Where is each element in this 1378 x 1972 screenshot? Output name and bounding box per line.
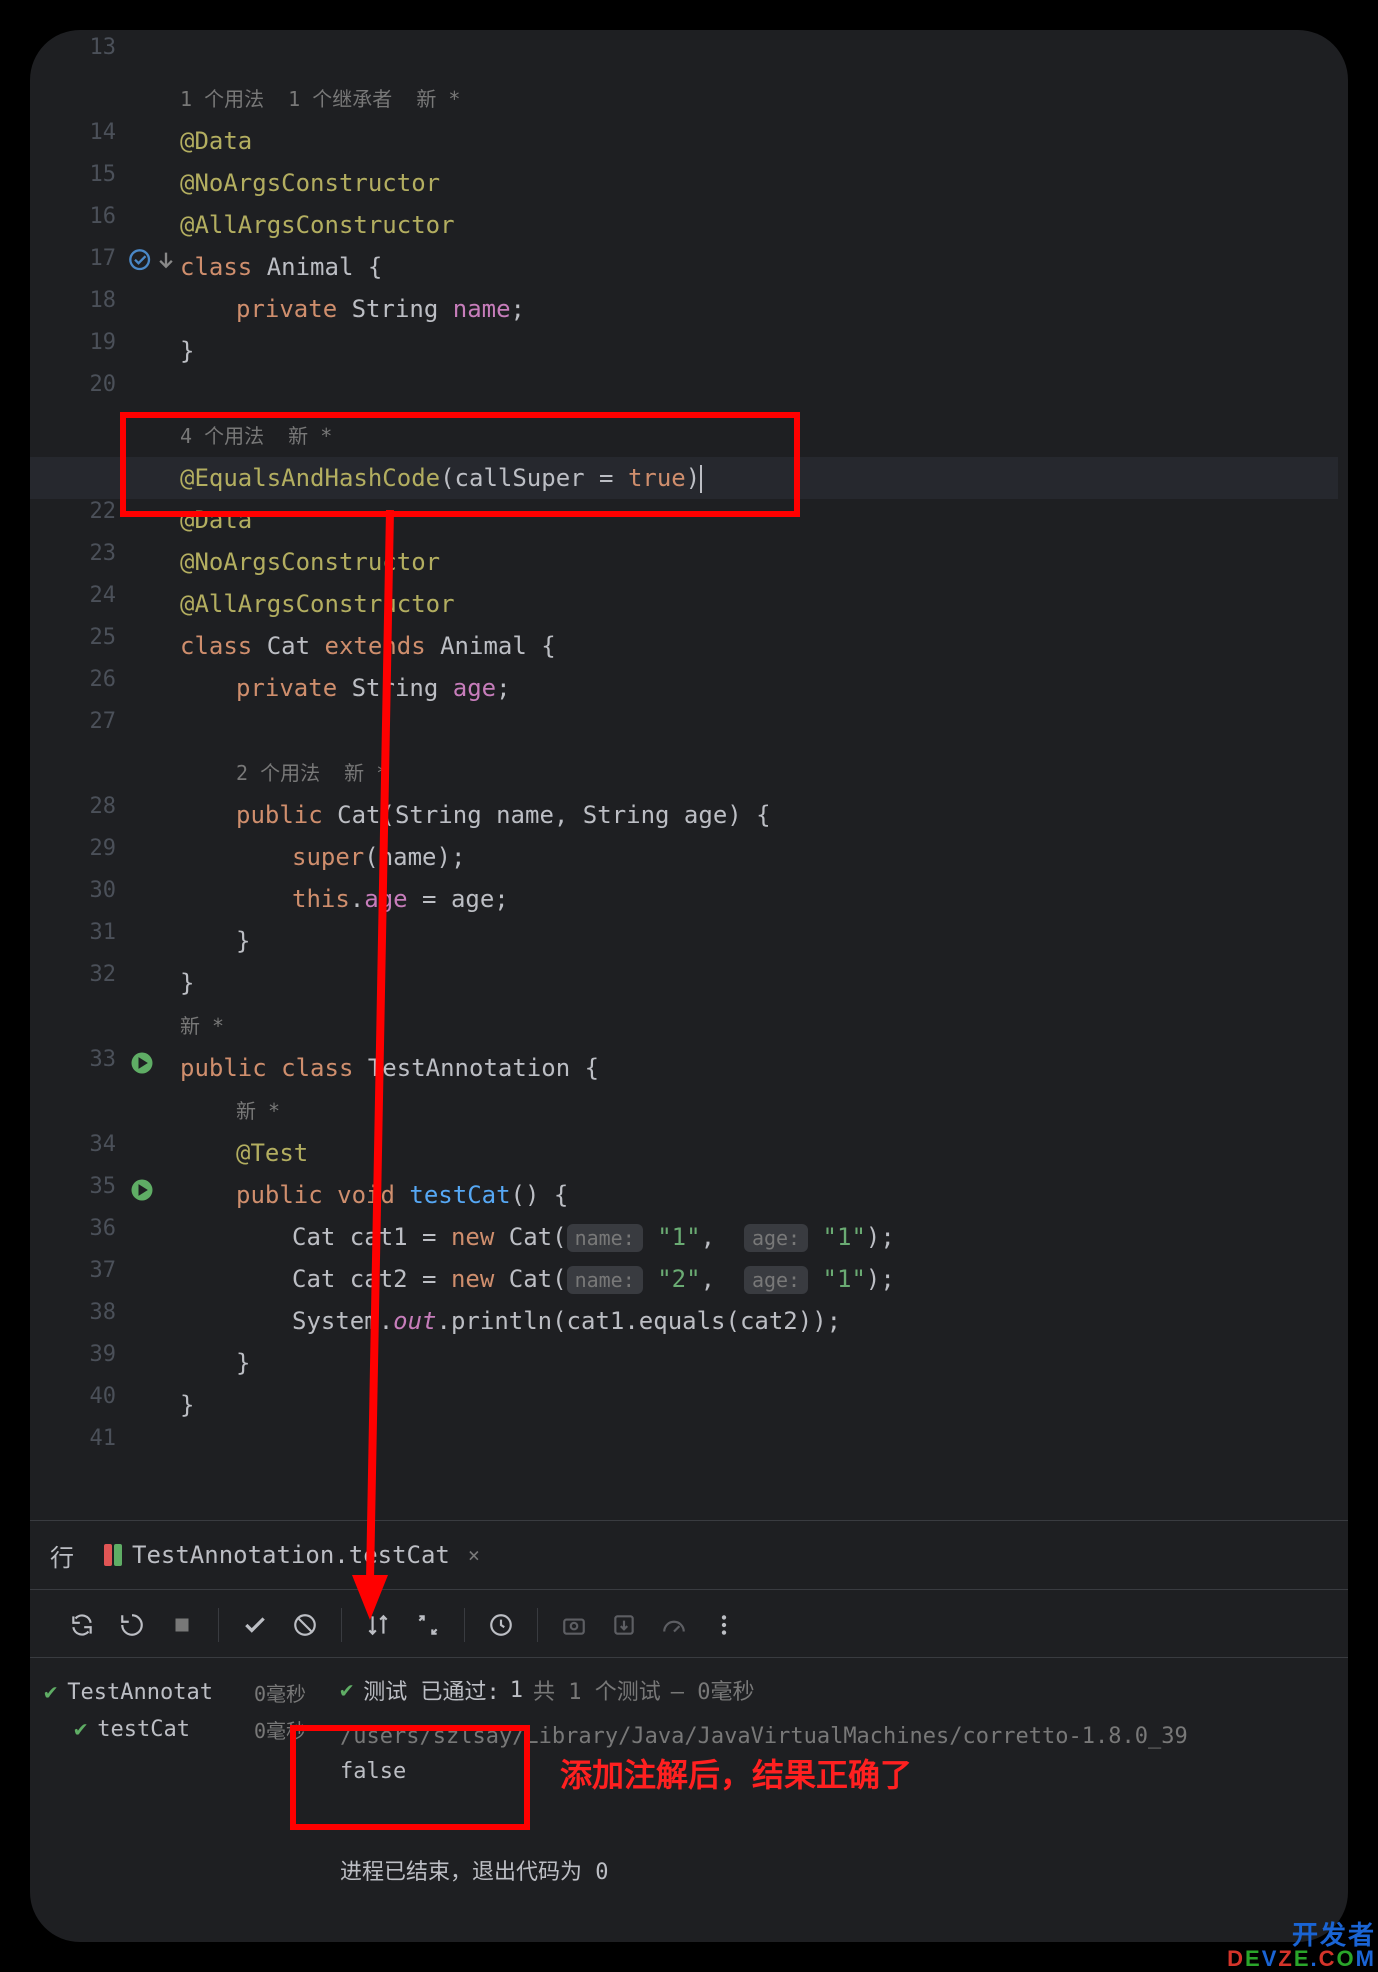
line-number: 19: [90, 330, 117, 355]
highlight-box-output: [290, 1725, 530, 1830]
line-number: 18: [90, 288, 117, 313]
line-number: 24: [90, 583, 117, 608]
check-icon: ✔: [74, 1717, 87, 1742]
line-number: 38: [90, 1300, 117, 1325]
code-line: }: [180, 1342, 1338, 1384]
line-number: 30: [90, 878, 117, 903]
line-number: 33: [90, 1047, 117, 1072]
override-down-icon[interactable]: [152, 248, 180, 276]
show-ignored-button[interactable]: [283, 1603, 327, 1647]
expand-button[interactable]: [406, 1603, 450, 1647]
code-line: public Cat(String name, String age) {: [180, 794, 1338, 836]
line-number: 16: [90, 204, 117, 229]
code-line: Cat cat1 = new Cat(name: "1", age: "1");: [180, 1216, 1338, 1258]
code-line: Cat cat2 = new Cat(name: "2", age: "1");: [180, 1258, 1338, 1300]
test-child-item[interactable]: ✔ testCat 0毫秒: [30, 1711, 330, 1748]
line-number: 27: [90, 709, 117, 734]
check-icon: ✔: [340, 1678, 353, 1703]
line-number: 20: [90, 372, 117, 397]
line-number: 39: [90, 1342, 117, 1367]
line-number: 40: [90, 1384, 117, 1409]
run-tab[interactable]: TestAnnotation.testCat ×: [104, 1541, 480, 1569]
run-test-icon[interactable]: [128, 1049, 156, 1077]
highlight-box: [120, 412, 800, 517]
exit-message: 进程已结束，退出代码为 0: [340, 1854, 1338, 1886]
code-line: private String name;: [180, 288, 1338, 330]
line-number: 32: [90, 962, 117, 987]
profiler-button[interactable]: [652, 1603, 696, 1647]
watermark: 开发者 DEVZE.COM: [1227, 1922, 1376, 1970]
run-tool-tabbar: 行 TestAnnotation.testCat ×: [30, 1520, 1348, 1590]
inlay-hint: 2 个用法 新 *: [180, 752, 1338, 794]
code-line: }: [180, 920, 1338, 962]
code-line: class Animal {: [180, 246, 1338, 288]
code-line: private String age;: [180, 667, 1338, 709]
gutter: 13 14 15 16 17 18 19 20 21 22 23 24 25 2…: [30, 30, 130, 1510]
line-number: 26: [90, 667, 117, 692]
line-number: 22: [90, 499, 117, 524]
tab-title: TestAnnotation.testCat: [132, 1541, 450, 1569]
line-number: 28: [90, 794, 117, 819]
line-number: 35: [90, 1174, 117, 1199]
code-line: class Cat extends Animal {: [180, 625, 1338, 667]
line-number: 13: [90, 35, 117, 60]
inlay-hint: 新 *: [180, 1005, 1338, 1047]
test-root-item[interactable]: ✔ TestAnnotat 0毫秒: [30, 1674, 330, 1711]
line-number: 37: [90, 1258, 117, 1283]
code-line: @NoArgsConstructor: [180, 541, 1338, 583]
code-line: @Data: [180, 120, 1338, 162]
sort-button[interactable]: [356, 1603, 400, 1647]
inlay-hint: 1 个用法 1 个继承者 新 *: [180, 78, 1338, 120]
import-button[interactable]: [602, 1603, 646, 1647]
stop-button[interactable]: [160, 1603, 204, 1647]
code-line: @NoArgsConstructor: [180, 162, 1338, 204]
line-number: 15: [90, 162, 117, 187]
code-line: this.age = age;: [180, 878, 1338, 920]
code-line: System.out.println(cat1.equals(cat2));: [180, 1300, 1338, 1342]
diff-icon: [104, 1544, 122, 1566]
code-line: super(name);: [180, 836, 1338, 878]
test-tree[interactable]: ✔ TestAnnotat 0毫秒 ✔ testCat 0毫秒: [30, 1660, 330, 1942]
rerun-button[interactable]: [60, 1603, 104, 1647]
code-line: }: [180, 330, 1338, 372]
test-results: ✔ TestAnnotat 0毫秒 ✔ testCat 0毫秒 ✔ 测试 已通过…: [30, 1660, 1348, 1942]
line-number: 41: [90, 1426, 117, 1451]
close-icon[interactable]: ×: [468, 1543, 480, 1567]
line-number: 23: [90, 541, 117, 566]
code-line: public void testCat() {: [180, 1174, 1338, 1216]
run-label: 行: [50, 1538, 74, 1573]
show-passed-button[interactable]: [233, 1603, 277, 1647]
screenshot-button[interactable]: [552, 1603, 596, 1647]
test-toolbar: [30, 1592, 1348, 1658]
code-line: public class TestAnnotation {: [180, 1047, 1338, 1089]
test-status: ✔ 测试 已通过: 1共 1 个测试 – 0毫秒: [340, 1674, 1338, 1706]
line-number: 29: [90, 836, 117, 861]
more-button[interactable]: [702, 1603, 746, 1647]
code-line: }: [180, 962, 1338, 1004]
line-number: 17: [90, 246, 117, 271]
check-icon: ✔: [44, 1680, 57, 1705]
history-button[interactable]: [479, 1603, 523, 1647]
run-test-icon[interactable]: [128, 1176, 156, 1204]
line-number: 36: [90, 1216, 117, 1241]
annotation-text: 添加注解后，结果正确了: [560, 1750, 912, 1796]
line-number: 31: [90, 920, 117, 945]
rerun-failed-button[interactable]: [110, 1603, 154, 1647]
inlay-hint: 新 *: [180, 1090, 1338, 1132]
line-number: 25: [90, 625, 117, 650]
code-editor[interactable]: 13 14 15 16 17 18 19 20 21 22 23 24 25 2…: [30, 30, 1348, 1510]
code-line: @AllArgsConstructor: [180, 204, 1338, 246]
line-number: 34: [90, 1132, 117, 1157]
code-line: @Test: [180, 1132, 1338, 1174]
code-line: }: [180, 1384, 1338, 1426]
code-line: @AllArgsConstructor: [180, 583, 1338, 625]
line-number: 14: [90, 120, 117, 145]
